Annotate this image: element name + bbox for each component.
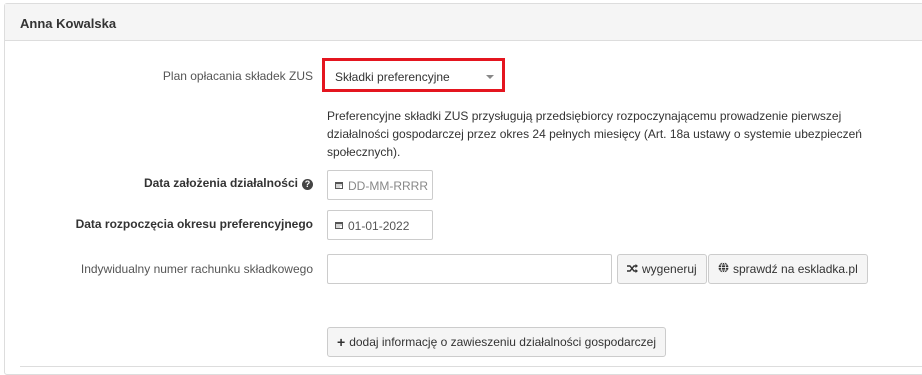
panel-heading: Anna Kowalska xyxy=(5,4,922,41)
account-label: Indywidualny numer rachunku składkowego xyxy=(80,262,313,276)
globe-icon xyxy=(718,262,729,276)
panel-title: Anna Kowalska xyxy=(20,16,117,31)
plan-select[interactable]: Składki preferencyjne xyxy=(322,58,505,92)
pref-start-date-label: Data rozpoczęcia okresu preferencyjnego xyxy=(75,217,313,231)
plan-label: Plan opłacania składek ZUS xyxy=(162,69,313,83)
check-eskladka-button[interactable]: sprawdź na eskladka.pl xyxy=(708,254,868,284)
pref-start-date-value: 01-01-2022 xyxy=(348,219,410,233)
calendar-icon xyxy=(335,182,343,189)
founding-date-label-row: Data założenia działalności? xyxy=(144,176,313,190)
check-eskladka-button-label: sprawdź na eskladka.pl xyxy=(733,262,858,276)
calendar-icon xyxy=(335,222,343,229)
generate-button[interactable]: wygeneruj xyxy=(617,254,707,284)
add-suspension-button[interactable]: + dodaj informację o zawieszeniu działal… xyxy=(327,327,667,357)
add-suspension-button-label: dodaj informację o zawieszeniu działalno… xyxy=(349,335,657,349)
question-circle-icon[interactable]: ? xyxy=(302,179,313,190)
generate-button-label: wygeneruj xyxy=(642,262,697,276)
divider xyxy=(20,366,922,367)
pref-start-date-input[interactable]: 01-01-2022 xyxy=(327,210,433,240)
account-number-input[interactable] xyxy=(327,254,612,284)
founding-date-input[interactable]: DD-MM-RRRR xyxy=(327,170,433,200)
plan-select-value: Składki preferencyjne xyxy=(335,70,450,84)
founding-date-placeholder: DD-MM-RRRR xyxy=(348,179,428,193)
shuffle-icon xyxy=(627,262,638,276)
founding-date-label: Data założenia działalności xyxy=(143,176,298,190)
plan-info-text: Preferencyjne składki ZUS przysługują pr… xyxy=(327,109,862,159)
plus-icon: + xyxy=(337,334,346,350)
chevron-down-icon xyxy=(486,75,494,79)
